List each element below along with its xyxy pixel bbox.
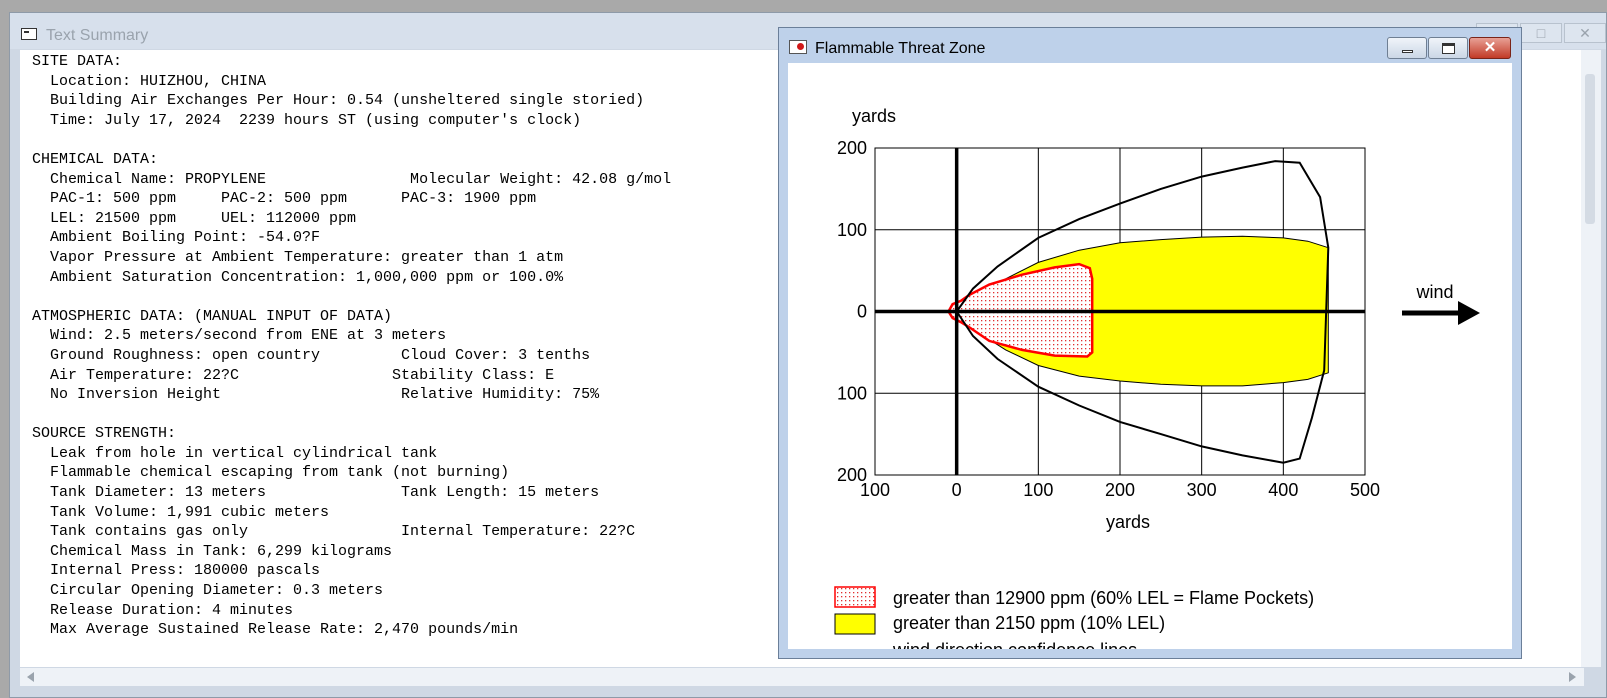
y-axis-label: yards (852, 106, 896, 126)
summary-line: Flammable chemical escaping from tank (n… (32, 464, 510, 482)
summary-text: SITE DATA: Location: HUIZHOU, CHINA Buil… (32, 52, 671, 640)
threat-zone-plot-area: 100 0 100 200 300 400 500 200 100 0 100 200 yards y… (788, 63, 1512, 660)
summary-line: Max Average Sustained Release Rate: 2,47… (32, 621, 519, 639)
summary-line: Ground Roughness: open country Cloud Cov… (32, 346, 591, 364)
y-tick-label: 100 (837, 383, 867, 403)
summary-line: Tank Volume: 1,991 cubic meters (32, 503, 330, 521)
summary-line: Circular Opening Diameter: 0.3 meters (32, 582, 384, 600)
close-button[interactable]: ✕ (1469, 37, 1511, 59)
summary-line (32, 405, 671, 425)
summary-line: Wind: 2.5 meters/second from ENE at 3 me… (32, 327, 447, 345)
scroll-right-icon[interactable] (1569, 672, 1576, 682)
legend-label-flame-pockets: greater than 12900 ppm (60% LEL = Flame … (893, 588, 1314, 608)
x-tick-label: 0 (952, 480, 962, 500)
summary-line: Ambient Boiling Point: -54.0?F (32, 229, 321, 247)
x-tick-label: 200 (1105, 480, 1135, 500)
close-button[interactable]: ✕ (1564, 23, 1606, 43)
summary-line: Chemical Mass in Tank: 6,299 kilograms (32, 542, 393, 560)
vertical-scrollbar[interactable] (1581, 50, 1601, 667)
summary-line: SITE DATA: (32, 53, 123, 70)
summary-line: CHEMICAL DATA: (32, 150, 159, 168)
summary-line (32, 287, 671, 307)
maximize-button[interactable] (1428, 37, 1468, 59)
summary-line: Ambient Saturation Concentration: 1,000,… (32, 268, 564, 286)
legend-label-confidence-lines: wind direction confidence lines (892, 640, 1137, 649)
wind-label: wind (1415, 282, 1453, 302)
summary-line: PAC-1: 500 ppm PAC-2: 500 ppm PAC-3: 190… (32, 190, 537, 208)
summary-line: SOURCE STRENGTH: (32, 425, 177, 443)
threat-zone-titlebar[interactable]: Flammable Threat Zone ✕ (779, 28, 1521, 63)
summary-line: Internal Press: 180000 pascals (32, 562, 321, 580)
wind-arrow-icon (1402, 301, 1480, 325)
threat-zone-window[interactable]: Flammable Threat Zone ✕ 100 0 100 200 30… (778, 27, 1522, 660)
y-tick-label: 0 (857, 302, 867, 322)
threat-zone-app-icon (789, 40, 807, 54)
chart-legend: greater than 12900 ppm (60% LEL = Flame … (834, 586, 1314, 660)
summary-line: Building Air Exchanges Per Hour: 0.54 (u… (32, 92, 645, 110)
x-tick-label: 400 (1268, 480, 1298, 500)
threat-zone-window-controls: ✕ (1387, 37, 1511, 59)
summary-line: Tank contains gas only Internal Temperat… (32, 523, 636, 541)
threat-zone-title: Flammable Threat Zone (815, 40, 986, 57)
x-tick-label: 300 (1187, 480, 1217, 500)
y-tick-label: 200 (837, 138, 867, 158)
summary-line: LEL: 21500 ppm UEL: 112000 ppm (32, 209, 357, 227)
legend-item-confidence-lines: wind direction confidence lines (835, 640, 1137, 660)
minimize-icon (1402, 50, 1413, 53)
minimize-button[interactable] (1387, 37, 1427, 59)
maximize-button[interactable]: □ (1520, 23, 1562, 43)
legend-item-flame-pockets: greater than 12900 ppm (60% LEL = Flame … (834, 586, 1314, 608)
y-tick-label: 200 (837, 465, 867, 485)
summary-line: Time: July 17, 2024 2239 hours ST (using… (32, 111, 582, 129)
legend-swatch-10-lel (834, 613, 876, 635)
summary-line: Tank Diameter: 13 meters Tank Length: 15… (32, 484, 600, 502)
scroll-thumb[interactable] (1585, 74, 1595, 224)
summary-line: No Inversion Height Relative Humidity: 7… (32, 386, 600, 404)
summary-line: Chemical Name: PROPYLENE Molecular Weigh… (32, 170, 672, 188)
legend-label-10-lel: greater than 2150 ppm (10% LEL) (893, 613, 1165, 633)
close-icon: ✕ (1483, 39, 1497, 56)
summary-line: Vapor Pressure at Ambient Temperature: g… (32, 248, 564, 266)
y-tick-label: 100 (837, 220, 867, 240)
summary-line (32, 130, 671, 150)
summary-line: ATMOSPHERIC DATA: (MANUAL INPUT OF DATA) (32, 307, 393, 325)
window-title: Text Summary (46, 27, 149, 44)
legend-swatch-flame-pockets (834, 586, 876, 608)
legend-item-10-lel: greater than 2150 ppm (10% LEL) (834, 613, 1165, 635)
scroll-left-icon[interactable] (27, 672, 34, 682)
horizontal-scrollbar[interactable] (20, 668, 1584, 686)
x-tick-label: 500 (1350, 480, 1380, 500)
maximize-icon (1442, 43, 1455, 54)
summary-line: Release Duration: 4 minutes (32, 601, 294, 619)
summary-line: Air Temperature: 22?C Stability Class: E (32, 366, 555, 384)
threat-zone-chart: 100 0 100 200 300 400 5002001000100200 yards y… (834, 106, 1480, 660)
x-tick-label: 100 (1023, 480, 1053, 500)
app-icon (21, 28, 37, 40)
x-axis-label: yards (1106, 512, 1150, 532)
summary-line: Leak from hole in vertical cylindrical t… (32, 444, 438, 462)
summary-line: Location: HUIZHOU, CHINA (32, 72, 267, 90)
